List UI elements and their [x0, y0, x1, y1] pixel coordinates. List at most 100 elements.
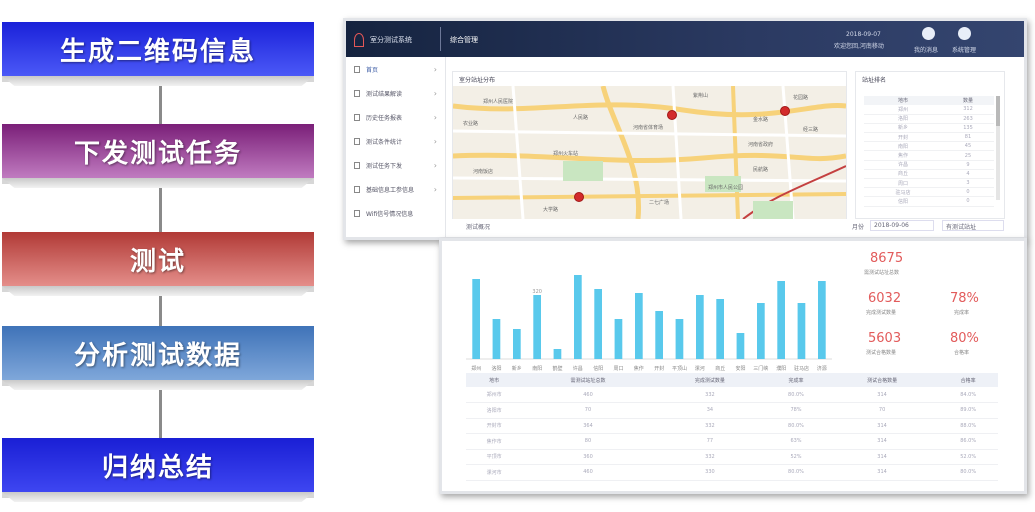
- bar-data-label: 320: [532, 289, 542, 295]
- x-tick-label: 周口: [613, 366, 623, 372]
- kpi-qualified-label: 测试合格数量: [866, 350, 897, 356]
- result-col-header: 合格率: [938, 373, 998, 387]
- result-cell: 314: [825, 464, 939, 481]
- map-panel-title: 室分站址分布: [459, 77, 496, 84]
- bar-信阳[interactable]: [594, 289, 602, 359]
- my-messages-link[interactable]: 我的消息: [914, 45, 938, 54]
- sidebar-item-wifi-info[interactable]: Wifi信号情况信息: [346, 201, 445, 225]
- sidebar-item-home[interactable]: 首页 ›: [346, 57, 445, 81]
- map-pin-icon[interactable]: [574, 192, 584, 202]
- bar-漯河[interactable]: [696, 295, 704, 359]
- system-settings-link[interactable]: 系统管理: [952, 45, 976, 54]
- chevron-right-icon: ›: [433, 88, 437, 98]
- gear-icon[interactable]: [958, 27, 971, 40]
- x-tick-label: 郑州: [471, 365, 481, 372]
- rank-cell: 25: [941, 150, 994, 161]
- rank-cell: 信阳: [864, 196, 942, 207]
- bar-开封[interactable]: [655, 311, 663, 359]
- result-cell: 漯河市: [466, 464, 523, 481]
- sidebar-item-task-dispatch[interactable]: 测试任务下发 ›: [346, 153, 445, 177]
- result-cell: 平顶市: [466, 449, 523, 465]
- result-row: 郑州市 460 332 80.0% 314 84.0%: [466, 387, 998, 403]
- chevron-right-icon: ›: [433, 184, 437, 194]
- scrollbar-thumb[interactable]: [996, 96, 1000, 126]
- bar-新乡[interactable]: [513, 329, 521, 359]
- bar-许昌[interactable]: [574, 275, 582, 359]
- map-poi-label: 郑州火车站: [553, 151, 579, 157]
- bar-平顶山[interactable]: [675, 319, 684, 359]
- result-cell: 80.0%: [766, 387, 826, 403]
- rank-row: 郑州 312: [864, 105, 994, 115]
- sidebar-item-test-results[interactable]: 测试结果解读 ›: [346, 81, 445, 105]
- chevron-right-icon: ›: [433, 136, 437, 146]
- header-divider: [440, 27, 441, 51]
- result-cell: 80.0%: [766, 464, 826, 481]
- map-poi-label: 金水路: [753, 117, 769, 123]
- result-cell: 314: [825, 449, 939, 465]
- result-cell: 314: [825, 433, 939, 450]
- rank-cell: 0: [941, 196, 994, 207]
- x-tick-label: 漯河: [695, 365, 705, 372]
- result-cell: 70: [825, 402, 939, 419]
- result-cell: 86.0%: [938, 433, 998, 450]
- chevron-right-icon: ›: [433, 160, 437, 170]
- map-pin-icon[interactable]: [780, 106, 790, 116]
- rank-cell: 0: [941, 187, 994, 198]
- map-poi-label: 河南饭店: [473, 169, 494, 175]
- rank-row: 信阳 0: [864, 196, 994, 207]
- result-cell: 34: [653, 402, 767, 419]
- rank-scrollbar[interactable]: [996, 96, 1000, 200]
- page-icon: [354, 137, 360, 145]
- bar-安阳[interactable]: [736, 333, 745, 359]
- bar-济源[interactable]: [818, 281, 826, 359]
- test-overview-strip: 测试概况 月份 2018-09-06 有测试站址: [452, 219, 1007, 233]
- result-cell: 364: [522, 418, 654, 434]
- sidebar-item-test-stats[interactable]: 测试条件统计 ›: [346, 129, 445, 153]
- site-map[interactable]: 郑州人民医院 河南省体育场 郑州市人民公园 河南省政府 二七广场 郑州火车站 金…: [453, 86, 846, 219]
- result-cell: 78%: [766, 402, 826, 419]
- result-cell: 开封市: [466, 418, 523, 434]
- rank-row: 南阳 45: [864, 141, 994, 152]
- rank-panel-title: 站址排名: [862, 77, 887, 84]
- x-tick-label: 南阳: [532, 365, 542, 372]
- site-filter-select[interactable]: 有测试站址: [942, 220, 1004, 231]
- bar-濮阳[interactable]: [777, 281, 785, 359]
- rank-cell: 45: [941, 141, 994, 152]
- bar-驻马店[interactable]: [797, 303, 806, 359]
- user-icon[interactable]: [922, 27, 935, 40]
- x-tick-label: 濮阳: [776, 365, 786, 372]
- bar-三门峡[interactable]: [757, 303, 765, 359]
- bar-南阳[interactable]: [533, 295, 541, 359]
- tab-overview[interactable]: 综合管理: [450, 35, 478, 45]
- sidebar-item-base-info[interactable]: 基础信息工参信息 ›: [346, 177, 445, 201]
- bar-商丘[interactable]: [716, 299, 724, 359]
- result-cell: 洛阳市: [466, 402, 523, 419]
- bar-郑州[interactable]: [472, 279, 480, 359]
- bar-焦作[interactable]: [635, 293, 643, 359]
- map-poi-label: 花园路: [793, 95, 809, 101]
- map-poi-label: 人民路: [573, 115, 589, 121]
- result-cell: 77: [653, 433, 767, 450]
- map-poi-label: 民航路: [753, 167, 769, 173]
- rank-cell: 郑州: [864, 105, 942, 115]
- page-icon: [354, 65, 360, 73]
- result-col-header: 测试合格数量: [825, 373, 939, 387]
- result-row: 平顶市 360 332 52% 314 52.0%: [466, 449, 998, 465]
- x-tick-label: 平顶山: [672, 365, 687, 372]
- rank-cell: 9: [941, 160, 994, 170]
- x-tick-label: 新乡: [512, 365, 522, 372]
- rank-cell: 81: [941, 132, 994, 143]
- map-pin-icon[interactable]: [667, 110, 677, 120]
- bar-洛阳[interactable]: [492, 319, 501, 359]
- map-poi-label: 经三路: [803, 127, 819, 133]
- result-cell: 70: [522, 402, 654, 419]
- x-tick-label: 信阳: [593, 365, 603, 372]
- bar-鹤壁[interactable]: [553, 349, 562, 359]
- bar-周口[interactable]: [614, 319, 623, 359]
- result-cell: 80.0%: [766, 418, 826, 434]
- result-cell: 314: [825, 418, 939, 434]
- x-tick-label: 商丘: [715, 365, 725, 372]
- sidebar-item-history-report[interactable]: 历史任务报表 ›: [346, 105, 445, 129]
- kpi-qualified: 5603: [868, 331, 902, 346]
- month-date-picker[interactable]: 2018-09-06: [870, 220, 934, 231]
